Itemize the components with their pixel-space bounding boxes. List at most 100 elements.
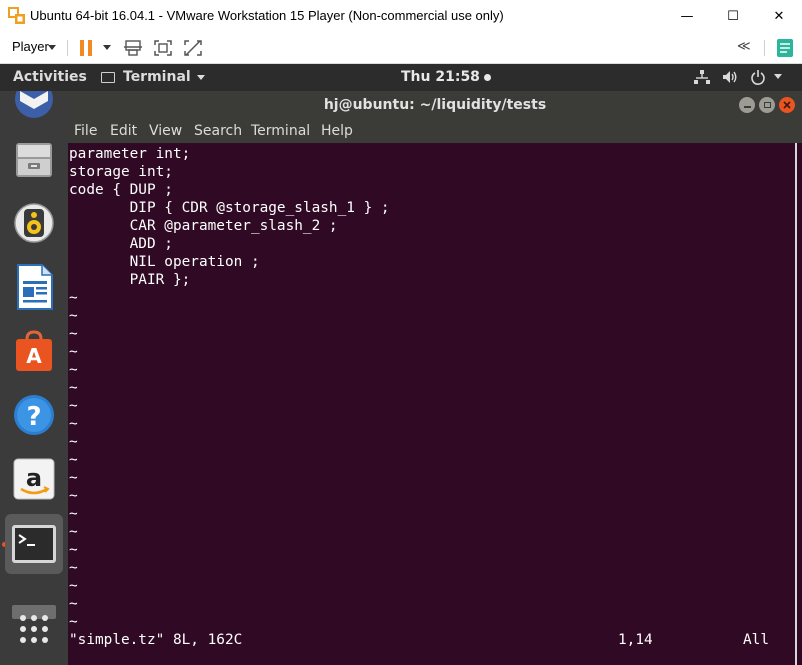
vmware-toolbar: Player ≪ — [0, 32, 802, 64]
menu-terminal[interactable]: Terminal — [251, 123, 310, 139]
app-grid-icon — [20, 615, 48, 643]
collapse-toolbar-icon[interactable]: ≪ — [737, 39, 751, 54]
dock-rhythmbox[interactable] — [5, 193, 63, 253]
empty-line-marker: ~ — [69, 380, 78, 396]
clock-label: Thu 21:58 — [401, 69, 480, 85]
send-ctrl-alt-del-icon[interactable] — [123, 39, 143, 57]
svg-text:A: A — [26, 344, 42, 368]
dock-files[interactable] — [5, 129, 63, 189]
dock-thunderbird[interactable] — [5, 91, 63, 129]
chevron-down-icon — [774, 74, 782, 79]
activities-button[interactable]: Activities — [13, 69, 87, 85]
pause-icon[interactable] — [79, 40, 93, 56]
empty-line-marker: ~ — [69, 416, 78, 432]
player-menu[interactable]: Player — [12, 39, 49, 54]
vmware-logo-icon — [8, 7, 25, 24]
empty-line-marker: ~ — [69, 614, 78, 630]
power-icon — [751, 70, 765, 85]
empty-line-marker: ~ — [69, 524, 78, 540]
terminal-content[interactable]: parameter int; storage int; code { DUP ;… — [68, 143, 795, 665]
network-icon — [694, 70, 710, 84]
svg-text:a: a — [26, 464, 42, 492]
terminal-title: hj@ubuntu: ~/liquidity/tests — [323, 97, 547, 113]
empty-line-marker: ~ — [69, 560, 78, 576]
writer-icon — [17, 264, 53, 310]
maximize-icon — [763, 102, 771, 108]
terminal-maximize-button[interactable] — [759, 97, 775, 113]
files-icon — [16, 143, 52, 177]
dock-amazon[interactable]: a — [5, 449, 63, 509]
minimize-button[interactable]: — — [664, 0, 710, 32]
code-line: parameter int; — [69, 146, 191, 162]
clock[interactable]: Thu 21:58 — [401, 69, 491, 85]
menu-search[interactable]: Search — [194, 123, 242, 139]
terminal-minimize-button[interactable] — [739, 97, 755, 113]
empty-line-marker: ~ — [69, 434, 78, 450]
empty-line-marker: ~ — [69, 452, 78, 468]
close-button[interactable]: ✕ — [756, 0, 802, 32]
terminal-titlebar[interactable]: hj@ubuntu: ~/liquidity/tests — [68, 91, 802, 119]
power-options-caret-icon[interactable] — [103, 45, 111, 50]
unity-mode-icon[interactable] — [183, 39, 203, 57]
dock-libreoffice-writer[interactable] — [5, 257, 63, 317]
empty-line-marker: ~ — [69, 290, 78, 306]
ubuntu-dock: A ? a — [0, 91, 68, 665]
terminal-app-icon — [101, 71, 115, 83]
maximize-button[interactable]: ☐ — [710, 0, 756, 32]
notes-icon[interactable] — [776, 38, 794, 58]
empty-line-marker: ~ — [69, 542, 78, 558]
empty-line-marker: ~ — [69, 326, 78, 342]
minimize-icon — [743, 106, 751, 108]
status-cursor-position: 1,14 — [618, 632, 653, 648]
window-title: Ubuntu 64-bit 16.04.1 - VMware Workstati… — [30, 8, 504, 23]
menu-edit[interactable]: Edit — [110, 123, 137, 139]
code-line: NIL operation ; — [69, 254, 260, 270]
player-menu-caret-icon[interactable] — [48, 45, 56, 50]
vmware-window-titlebar: Ubuntu 64-bit 16.04.1 - VMware Workstati… — [0, 0, 802, 32]
notification-dot-icon — [483, 73, 491, 81]
empty-line-marker: ~ — [69, 488, 78, 504]
code-line: storage int; — [69, 164, 173, 180]
status-scroll-indicator: All — [743, 632, 769, 648]
empty-line-marker: ~ — [69, 362, 78, 378]
terminal-scrollbar[interactable] — [795, 143, 802, 665]
menu-file[interactable]: File — [74, 123, 97, 139]
thunderbird-icon — [15, 91, 53, 118]
code-line: PAIR }; — [69, 272, 191, 288]
empty-line-marker: ~ — [69, 470, 78, 486]
show-applications-button[interactable] — [5, 599, 63, 659]
ubuntu-top-bar: Activities Terminal Thu 21:58 — [0, 64, 802, 91]
code-line: DIP { CDR @storage_slash_1 } ; — [69, 200, 390, 216]
empty-line-marker: ~ — [69, 596, 78, 612]
app-menu[interactable]: Terminal — [101, 69, 205, 85]
dock-help[interactable]: ? — [5, 385, 63, 445]
terminal-close-button[interactable] — [779, 97, 795, 113]
toolbar-divider — [67, 40, 68, 56]
empty-line-marker: ~ — [69, 506, 78, 522]
empty-line-marker: ~ — [69, 344, 78, 360]
toolbar-divider — [764, 40, 765, 56]
software-center-icon: A — [16, 330, 52, 371]
help-icon: ? — [14, 395, 54, 435]
terminal-window: hj@ubuntu: ~/liquidity/tests File Edit V… — [68, 91, 802, 665]
dock-terminal[interactable] — [5, 514, 63, 574]
terminal-icon — [12, 525, 56, 563]
amazon-icon: a — [13, 458, 55, 500]
empty-line-marker: ~ — [69, 578, 78, 594]
fit-guest-icon[interactable] — [153, 39, 173, 57]
empty-line-marker: ~ — [69, 308, 78, 324]
code-line: CAR @parameter_slash_2 ; — [69, 218, 338, 234]
rhythmbox-icon — [14, 203, 54, 243]
menu-help[interactable]: Help — [321, 123, 353, 139]
menu-view[interactable]: View — [149, 123, 182, 139]
empty-line-marker: ~ — [69, 398, 78, 414]
status-file-info: "simple.tz" 8L, 162C — [69, 632, 243, 648]
terminal-menubar: File Edit View Search Terminal Help — [68, 119, 802, 143]
code-line: ADD ; — [69, 236, 173, 252]
close-icon — [783, 101, 791, 109]
app-menu-label: Terminal — [123, 69, 191, 85]
volume-icon — [723, 71, 737, 83]
svg-text:?: ? — [26, 402, 41, 432]
chevron-down-icon — [196, 74, 205, 80]
dock-ubuntu-software[interactable]: A — [5, 321, 63, 381]
